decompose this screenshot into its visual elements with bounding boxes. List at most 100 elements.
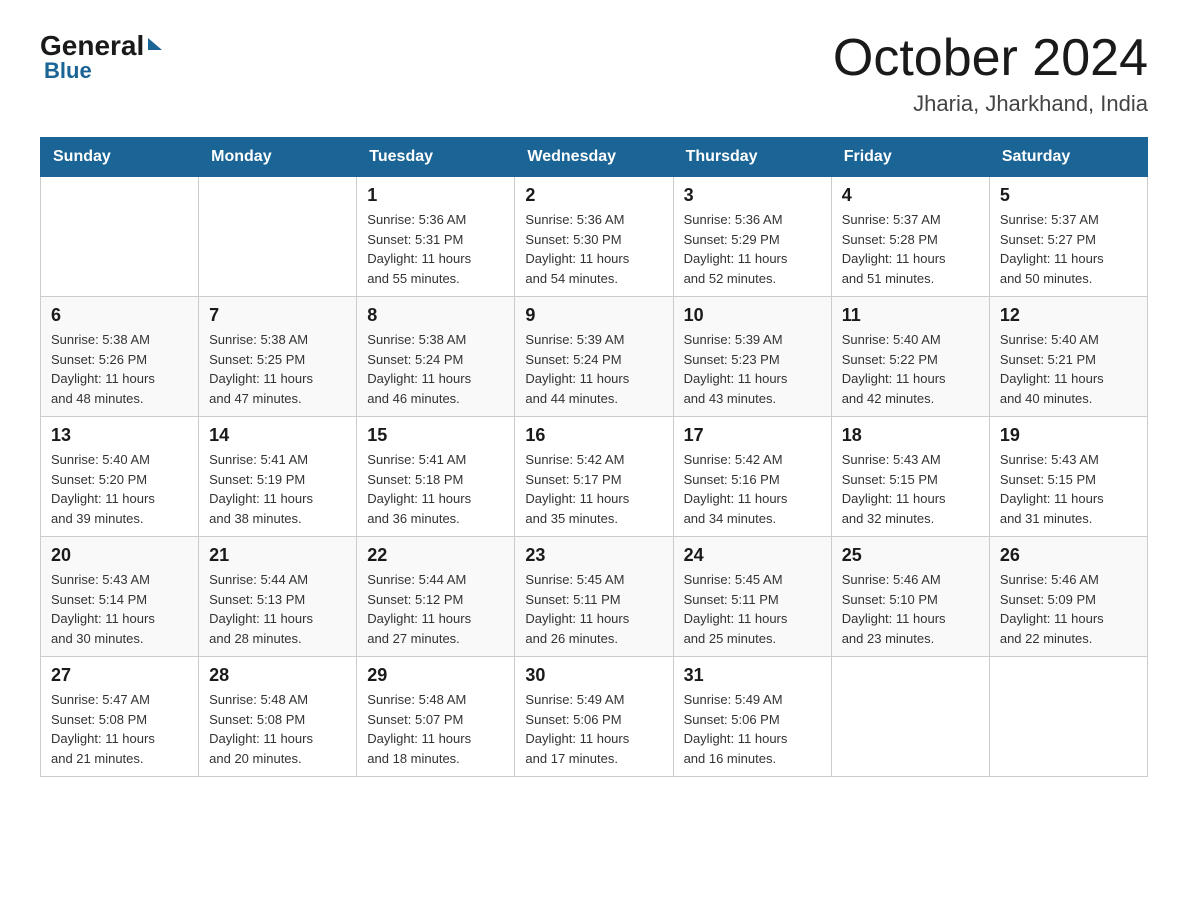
calendar-cell: 4 Sunrise: 5:37 AM Sunset: 5:28 PM Daylig…: [831, 177, 989, 297]
day-number: 11: [842, 305, 979, 326]
calendar-cell: 2 Sunrise: 5:36 AM Sunset: 5:30 PM Daylig…: [515, 177, 673, 297]
day-number: 19: [1000, 425, 1137, 446]
day-info: Sunrise: 5:39 AM Sunset: 5:24 PM Dayligh…: [525, 330, 662, 408]
day-number: 9: [525, 305, 662, 326]
day-info: Sunrise: 5:44 AM Sunset: 5:12 PM Dayligh…: [367, 570, 504, 648]
calendar-cell: 24 Sunrise: 5:45 AM Sunset: 5:11 PM Dayli…: [673, 537, 831, 657]
day-number: 31: [684, 665, 821, 686]
day-info: Sunrise: 5:44 AM Sunset: 5:13 PM Dayligh…: [209, 570, 346, 648]
calendar-cell: 8 Sunrise: 5:38 AM Sunset: 5:24 PM Daylig…: [357, 297, 515, 417]
day-info: Sunrise: 5:37 AM Sunset: 5:27 PM Dayligh…: [1000, 210, 1137, 288]
day-number: 28: [209, 665, 346, 686]
day-info: Sunrise: 5:40 AM Sunset: 5:22 PM Dayligh…: [842, 330, 979, 408]
calendar-week-2: 6 Sunrise: 5:38 AM Sunset: 5:26 PM Daylig…: [41, 297, 1148, 417]
day-number: 20: [51, 545, 188, 566]
day-number: 16: [525, 425, 662, 446]
calendar-week-5: 27Sunrise: 5:47 AM Sunset: 5:08 PM Dayli…: [41, 657, 1148, 777]
day-info: Sunrise: 5:39 AM Sunset: 5:23 PM Dayligh…: [684, 330, 821, 408]
calendar-week-3: 13 Sunrise: 5:40 AM Sunset: 5:20 PM Dayli…: [41, 417, 1148, 537]
day-number: 12: [1000, 305, 1137, 326]
header-wednesday: Wednesday: [515, 138, 673, 177]
calendar-cell: [199, 177, 357, 297]
day-info: Sunrise: 5:42 AM Sunset: 5:17 PM Dayligh…: [525, 450, 662, 528]
header-monday: Monday: [199, 138, 357, 177]
calendar-cell: 13 Sunrise: 5:40 AM Sunset: 5:20 PM Dayli…: [41, 417, 199, 537]
day-number: 4: [842, 185, 979, 206]
day-number: 3: [684, 185, 821, 206]
calendar-cell: 27Sunrise: 5:47 AM Sunset: 5:08 PM Dayli…: [41, 657, 199, 777]
header-friday: Friday: [831, 138, 989, 177]
day-info: Sunrise: 5:47 AM Sunset: 5:08 PM Dayligh…: [51, 690, 188, 768]
day-info: Sunrise: 5:48 AM Sunset: 5:07 PM Dayligh…: [367, 690, 504, 768]
day-info: Sunrise: 5:37 AM Sunset: 5:28 PM Dayligh…: [842, 210, 979, 288]
day-number: 14: [209, 425, 346, 446]
day-number: 30: [525, 665, 662, 686]
day-number: 10: [684, 305, 821, 326]
day-number: 24: [684, 545, 821, 566]
calendar-cell: 14 Sunrise: 5:41 AM Sunset: 5:19 PM Dayli…: [199, 417, 357, 537]
day-number: 25: [842, 545, 979, 566]
day-info: Sunrise: 5:36 AM Sunset: 5:30 PM Dayligh…: [525, 210, 662, 288]
calendar-cell: 18Sunrise: 5:43 AM Sunset: 5:15 PM Dayli…: [831, 417, 989, 537]
day-number: 8: [367, 305, 504, 326]
month-title: October 2024: [833, 30, 1148, 87]
day-number: 21: [209, 545, 346, 566]
calendar-cell: 9 Sunrise: 5:39 AM Sunset: 5:24 PM Daylig…: [515, 297, 673, 417]
day-number: 2: [525, 185, 662, 206]
calendar-cell: [989, 657, 1147, 777]
header-sunday: Sunday: [41, 138, 199, 177]
calendar-week-4: 20 Sunrise: 5:43 AM Sunset: 5:14 PM Dayli…: [41, 537, 1148, 657]
day-info: Sunrise: 5:49 AM Sunset: 5:06 PM Dayligh…: [684, 690, 821, 768]
calendar-cell: 31 Sunrise: 5:49 AM Sunset: 5:06 PM Dayli…: [673, 657, 831, 777]
calendar-cell: 19 Sunrise: 5:43 AM Sunset: 5:15 PM Dayli…: [989, 417, 1147, 537]
day-info: Sunrise: 5:41 AM Sunset: 5:18 PM Dayligh…: [367, 450, 504, 528]
day-info: Sunrise: 5:45 AM Sunset: 5:11 PM Dayligh…: [684, 570, 821, 648]
day-info: Sunrise: 5:38 AM Sunset: 5:25 PM Dayligh…: [209, 330, 346, 408]
calendar-cell: 6 Sunrise: 5:38 AM Sunset: 5:26 PM Daylig…: [41, 297, 199, 417]
calendar-cell: [41, 177, 199, 297]
day-info: Sunrise: 5:40 AM Sunset: 5:21 PM Dayligh…: [1000, 330, 1137, 408]
calendar-cell: 16 Sunrise: 5:42 AM Sunset: 5:17 PM Dayli…: [515, 417, 673, 537]
day-info: Sunrise: 5:46 AM Sunset: 5:10 PM Dayligh…: [842, 570, 979, 648]
day-number: 26: [1000, 545, 1137, 566]
day-number: 1: [367, 185, 504, 206]
logo-blue-text: Blue: [44, 58, 92, 84]
day-number: 6: [51, 305, 188, 326]
day-info: Sunrise: 5:46 AM Sunset: 5:09 PM Dayligh…: [1000, 570, 1137, 648]
day-info: Sunrise: 5:43 AM Sunset: 5:15 PM Dayligh…: [1000, 450, 1137, 528]
day-info: Sunrise: 5:40 AM Sunset: 5:20 PM Dayligh…: [51, 450, 188, 528]
day-info: Sunrise: 5:41 AM Sunset: 5:19 PM Dayligh…: [209, 450, 346, 528]
day-info: Sunrise: 5:42 AM Sunset: 5:16 PM Dayligh…: [684, 450, 821, 528]
calendar-week-1: 1 Sunrise: 5:36 AM Sunset: 5:31 PM Daylig…: [41, 177, 1148, 297]
calendar-cell: 1 Sunrise: 5:36 AM Sunset: 5:31 PM Daylig…: [357, 177, 515, 297]
header-saturday: Saturday: [989, 138, 1147, 177]
logo-triangle-icon: [148, 38, 162, 50]
header-tuesday: Tuesday: [357, 138, 515, 177]
calendar-cell: 25 Sunrise: 5:46 AM Sunset: 5:10 PM Dayli…: [831, 537, 989, 657]
day-info: Sunrise: 5:38 AM Sunset: 5:24 PM Dayligh…: [367, 330, 504, 408]
calendar-cell: 10 Sunrise: 5:39 AM Sunset: 5:23 PM Dayli…: [673, 297, 831, 417]
day-number: 5: [1000, 185, 1137, 206]
day-info: Sunrise: 5:38 AM Sunset: 5:26 PM Dayligh…: [51, 330, 188, 408]
calendar-cell: [831, 657, 989, 777]
day-info: Sunrise: 5:49 AM Sunset: 5:06 PM Dayligh…: [525, 690, 662, 768]
logo: General Blue: [40, 30, 162, 84]
day-number: 15: [367, 425, 504, 446]
day-number: 13: [51, 425, 188, 446]
calendar-cell: 30 Sunrise: 5:49 AM Sunset: 5:06 PM Dayli…: [515, 657, 673, 777]
title-block: October 2024 Jharia, Jharkhand, India: [833, 30, 1148, 117]
calendar-cell: 21 Sunrise: 5:44 AM Sunset: 5:13 PM Dayli…: [199, 537, 357, 657]
day-info: Sunrise: 5:36 AM Sunset: 5:31 PM Dayligh…: [367, 210, 504, 288]
calendar-cell: 22Sunrise: 5:44 AM Sunset: 5:12 PM Dayli…: [357, 537, 515, 657]
location-title: Jharia, Jharkhand, India: [833, 91, 1148, 117]
calendar-cell: 5 Sunrise: 5:37 AM Sunset: 5:27 PM Daylig…: [989, 177, 1147, 297]
calendar-cell: 23Sunrise: 5:45 AM Sunset: 5:11 PM Dayli…: [515, 537, 673, 657]
page-header: General Blue October 2024 Jharia, Jharkh…: [40, 30, 1148, 117]
calendar-cell: 28 Sunrise: 5:48 AM Sunset: 5:08 PM Dayli…: [199, 657, 357, 777]
calendar-cell: 3Sunrise: 5:36 AM Sunset: 5:29 PM Daylig…: [673, 177, 831, 297]
day-info: Sunrise: 5:43 AM Sunset: 5:14 PM Dayligh…: [51, 570, 188, 648]
calendar-cell: 11 Sunrise: 5:40 AM Sunset: 5:22 PM Dayli…: [831, 297, 989, 417]
day-number: 29: [367, 665, 504, 686]
day-info: Sunrise: 5:48 AM Sunset: 5:08 PM Dayligh…: [209, 690, 346, 768]
day-number: 18: [842, 425, 979, 446]
